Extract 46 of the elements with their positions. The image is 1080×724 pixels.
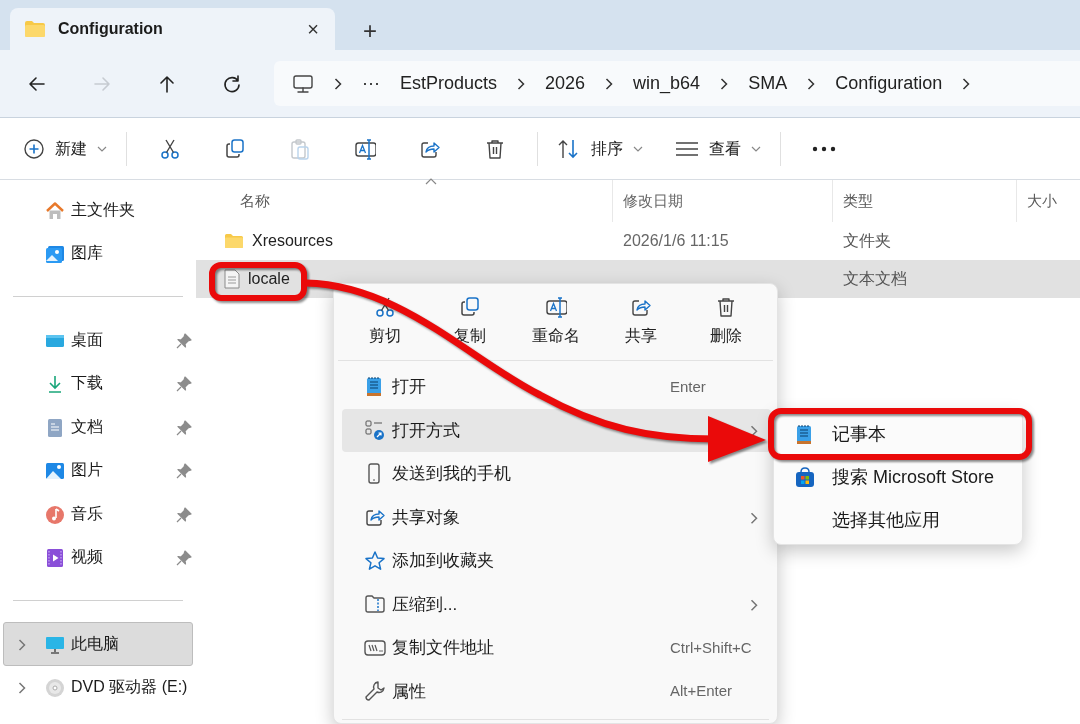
sidebar-item[interactable]: 文档 <box>3 405 193 449</box>
sort-button[interactable]: 排序 <box>548 128 652 169</box>
shortcut-label: Ctrl+Shift+C <box>670 637 752 658</box>
breadcrumb-item[interactable]: EstProducts <box>400 70 498 97</box>
menu-item[interactable]: 打开 Enter <box>342 365 771 409</box>
modified-date: 2026/1/6 11:15 <box>623 232 729 249</box>
sidebar-item[interactable]: 下载 <box>3 361 193 405</box>
column-header[interactable]: 修改日期 <box>623 189 683 213</box>
column-header[interactable]: 大小 <box>1027 189 1057 213</box>
breadcrumb-item[interactable]: SMA <box>748 70 788 97</box>
address-bar[interactable]: ··· EstProducts 2026 win_b64 SMA Configuration <box>274 61 1080 106</box>
sidebar-item[interactable]: 图库 <box>3 231 193 275</box>
sidebar-item[interactable]: 音乐 <box>3 492 193 536</box>
file-name: locale <box>248 269 290 289</box>
shortcut-label: Enter <box>670 376 706 397</box>
menu-item[interactable]: 搜索 Microsoft Store <box>778 456 1018 499</box>
menu-item[interactable]: 共享对象 <box>342 495 771 539</box>
menu-item[interactable]: 复制文件地址 Ctrl+Shift+C <box>342 626 771 670</box>
new-button[interactable]: 新建 <box>14 128 116 169</box>
breadcrumb-item[interactable]: 2026 <box>545 70 586 97</box>
breadcrumb-overflow[interactable]: ··· <box>362 70 380 97</box>
sidebar-item[interactable]: 视频 <box>3 535 193 579</box>
menu-item[interactable]: 压缩到... <box>342 582 771 626</box>
sidebar-item[interactable]: DVD 驱动器 (E:) <box>3 665 193 709</box>
close-button[interactable]: × <box>303 19 323 39</box>
sidebar-item[interactable]: 图片 <box>3 448 193 492</box>
menu-item[interactable]: 发送到我的手机 <box>342 452 771 496</box>
breadcrumb-item[interactable]: Configuration <box>835 70 943 97</box>
file-type: 文本文档 <box>843 270 907 287</box>
breadcrumb-item[interactable]: win_b64 <box>633 70 701 97</box>
sidebar-item[interactable]: 主文件夹 <box>3 188 193 232</box>
window-tab[interactable]: Configuration × <box>10 8 335 50</box>
menu-item[interactable]: 选择其他应用 <box>778 499 1018 542</box>
column-header[interactable]: 类型 <box>843 189 873 213</box>
column-header[interactable]: 名称 <box>240 189 270 213</box>
file-type: 文件夹 <box>843 232 891 249</box>
file-row[interactable]: Xresources 2026/1/6 11:15 文件夹 <box>196 222 1080 260</box>
menu-item[interactable]: 添加到收藏夹 <box>342 539 771 583</box>
sidebar-item[interactable]: 桌面 <box>3 318 193 362</box>
view-button[interactable]: 查看 <box>666 128 770 169</box>
new-tab-button[interactable]: + <box>357 18 383 44</box>
shortcut-label: Alt+Enter <box>670 681 733 701</box>
sidebar-item[interactable]: 此电脑 <box>3 622 193 666</box>
tab-title: Configuration <box>58 19 164 39</box>
menu-item[interactable]: 属性 Alt+Enter <box>342 669 771 713</box>
file-name: Xresources <box>252 231 333 251</box>
